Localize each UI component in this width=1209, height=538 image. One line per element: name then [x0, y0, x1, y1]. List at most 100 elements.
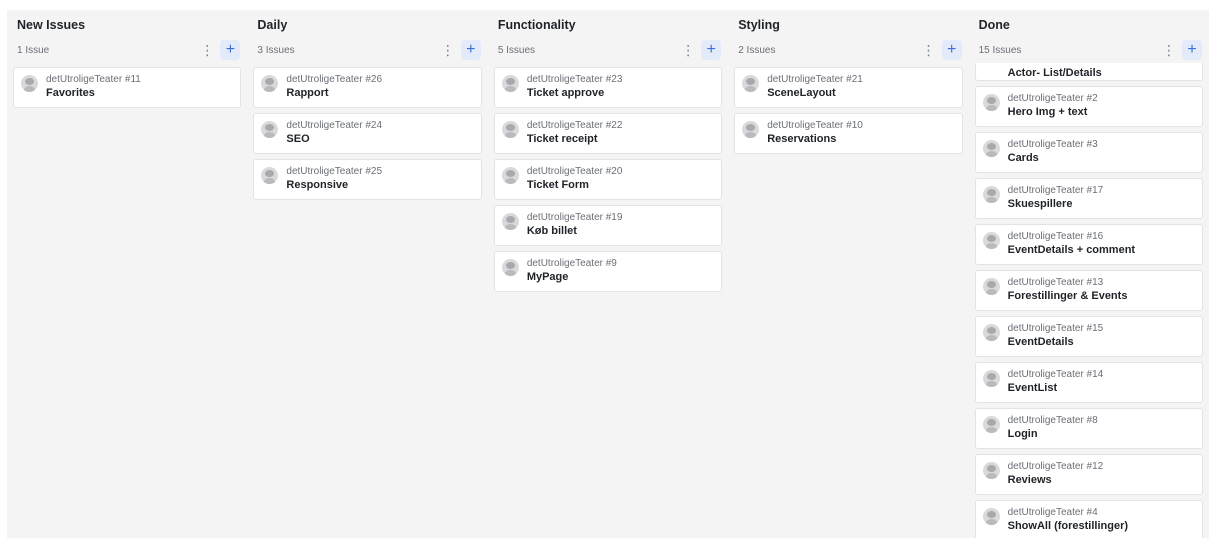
issue-card[interactable]: detUtroligeTeater #10 Reservations [734, 113, 963, 154]
issue-reference: detUtroligeTeater #22 [526, 120, 623, 131]
column-actions: ⋮ + [922, 40, 962, 60]
avatar [982, 140, 1000, 157]
avatar [982, 324, 1000, 341]
issue-reference: detUtroligeTeater #12 [1007, 461, 1104, 472]
column-done: Done 15 Issues ⋮ + Actor- List/Details d… [969, 10, 1209, 538]
column-new-issues: New Issues 1 Issue ⋮ + detUtroligeTeater… [7, 10, 247, 538]
column-title: New Issues [17, 18, 86, 32]
add-item-button[interactable]: + [1182, 40, 1203, 60]
issue-card[interactable]: detUtroligeTeater #11 Favorites [13, 67, 242, 108]
issue-card[interactable]: detUtroligeTeater #23 Ticket approve [493, 67, 723, 108]
issue-title: SceneLayout [767, 87, 836, 99]
issue-title: Reviews [1007, 474, 1052, 486]
avatar [501, 121, 519, 138]
column-toolbar: 2 Issues ⋮ + [732, 37, 964, 63]
add-item-button[interactable]: + [701, 40, 722, 60]
issue-card[interactable]: detUtroligeTeater #24 SEO [253, 113, 482, 154]
column-header: Styling [732, 10, 964, 32]
issue-card[interactable]: detUtroligeTeater #3 Cards [974, 132, 1204, 173]
issue-reference: detUtroligeTeater #26 [286, 74, 383, 85]
issue-title: Køb billet [526, 225, 577, 237]
issue-reference: detUtroligeTeater #21 [767, 74, 863, 85]
avatar [742, 121, 760, 138]
issue-title: EventDetails + comment [1007, 244, 1136, 256]
issue-count: 1 Issue [17, 44, 50, 56]
add-item-button[interactable]: + [941, 40, 962, 60]
issue-card[interactable]: detUtroligeTeater #12 Reviews [974, 454, 1204, 495]
column-title: Functionality [497, 18, 576, 32]
issue-card[interactable]: detUtroligeTeater #8 Login [974, 408, 1204, 449]
avatar [982, 278, 1000, 295]
issue-count: 5 Issues [497, 44, 536, 56]
issue-card[interactable]: detUtroligeTeater #17 Skuespillere [974, 178, 1204, 219]
column-actions: ⋮ + [681, 40, 722, 60]
issue-reference: detUtroligeTeater #10 [767, 120, 863, 131]
issue-reference: detUtroligeTeater #25 [286, 166, 383, 177]
issue-reference: detUtroligeTeater #9 [526, 258, 617, 269]
card-list: detUtroligeTeater #23 Ticket approve det… [492, 63, 724, 538]
avatar [982, 508, 1000, 525]
issue-reference: detUtroligeTeater #16 [1007, 231, 1104, 242]
card-list[interactable]: Actor- List/Details detUtroligeTeater #2… [973, 63, 1205, 538]
issue-reference: detUtroligeTeater #15 [1007, 323, 1104, 334]
column-functionality: Functionality 5 Issues ⋮ + detUtroligeTe… [488, 10, 728, 538]
avatar [261, 121, 279, 138]
issue-card[interactable]: detUtroligeTeater #19 Køb billet [493, 205, 723, 246]
issue-title: Responsive [286, 179, 349, 191]
issue-card[interactable]: detUtroligeTeater #15 EventDetails [974, 316, 1204, 357]
avatar [982, 370, 1000, 387]
more-options-icon[interactable]: ⋮ [922, 40, 936, 60]
issue-card[interactable]: detUtroligeTeater #16 EventDetails + com… [974, 224, 1204, 265]
issue-reference: detUtroligeTeater #17 [1007, 185, 1104, 196]
issue-count: 2 Issues [738, 44, 776, 56]
avatar [982, 462, 1000, 479]
avatar [982, 232, 1000, 249]
issue-card[interactable]: Actor- List/Details [974, 63, 1204, 81]
avatar [261, 75, 279, 92]
avatar [742, 75, 760, 92]
issue-card[interactable]: detUtroligeTeater #13 Forestillinger & E… [974, 270, 1204, 311]
column-toolbar: 1 Issue ⋮ + [11, 37, 243, 63]
column-header: Done [973, 10, 1205, 32]
avatar [261, 167, 279, 184]
issue-card[interactable]: detUtroligeTeater #14 EventList [974, 362, 1204, 403]
add-item-button[interactable]: + [220, 40, 241, 60]
more-options-icon[interactable]: ⋮ [1162, 40, 1176, 60]
avatar [982, 416, 1000, 433]
column-daily: Daily 3 Issues ⋮ + detUtroligeTeater #26… [247, 10, 487, 538]
project-board: New Issues 1 Issue ⋮ + detUtroligeTeater… [7, 10, 1209, 538]
issue-card[interactable]: detUtroligeTeater #22 Ticket receipt [493, 113, 723, 154]
issue-title: ShowAll (forestillinger) [1007, 520, 1129, 532]
column-actions: ⋮ + [441, 40, 481, 60]
column-toolbar: 5 Issues ⋮ + [492, 37, 724, 63]
add-item-button[interactable]: + [460, 40, 481, 60]
issue-card[interactable]: detUtroligeTeater #4 ShowAll (forestilli… [974, 500, 1204, 538]
column-title: Styling [738, 18, 780, 32]
issue-title: Actor- List/Details [1007, 67, 1102, 79]
column-actions: ⋮ + [200, 40, 241, 60]
issue-card[interactable]: detUtroligeTeater #25 Responsive [253, 159, 482, 200]
column-header: Daily [251, 10, 483, 32]
column-toolbar: 15 Issues ⋮ + [973, 37, 1205, 63]
issue-title: Reservations [767, 133, 837, 145]
issue-card[interactable]: detUtroligeTeater #21 SceneLayout [734, 67, 963, 108]
more-options-icon[interactable]: ⋮ [681, 40, 695, 60]
avatar [982, 186, 1000, 203]
issue-reference: detUtroligeTeater #14 [1007, 369, 1104, 380]
more-options-icon[interactable]: ⋮ [200, 40, 214, 60]
issue-card[interactable]: detUtroligeTeater #26 Rapport [253, 67, 482, 108]
column-title: Done [978, 18, 1010, 32]
issue-card[interactable]: detUtroligeTeater #20 Ticket Form [493, 159, 723, 200]
issue-reference: detUtroligeTeater #24 [286, 120, 383, 131]
issue-card[interactable]: detUtroligeTeater #9 MyPage [493, 251, 723, 292]
column-styling: Styling 2 Issues ⋮ + detUtroligeTeater #… [728, 10, 968, 538]
issue-count: 3 Issues [257, 44, 295, 56]
more-options-icon[interactable]: ⋮ [441, 40, 455, 60]
column-header: New Issues [11, 10, 243, 32]
issue-card[interactable]: detUtroligeTeater #2 Hero Img + text [974, 86, 1204, 127]
issue-reference: detUtroligeTeater #4 [1007, 507, 1098, 518]
column-title: Daily [257, 18, 288, 32]
avatar [501, 167, 519, 184]
issue-title: Ticket receipt [526, 133, 598, 145]
avatar [982, 94, 1000, 111]
